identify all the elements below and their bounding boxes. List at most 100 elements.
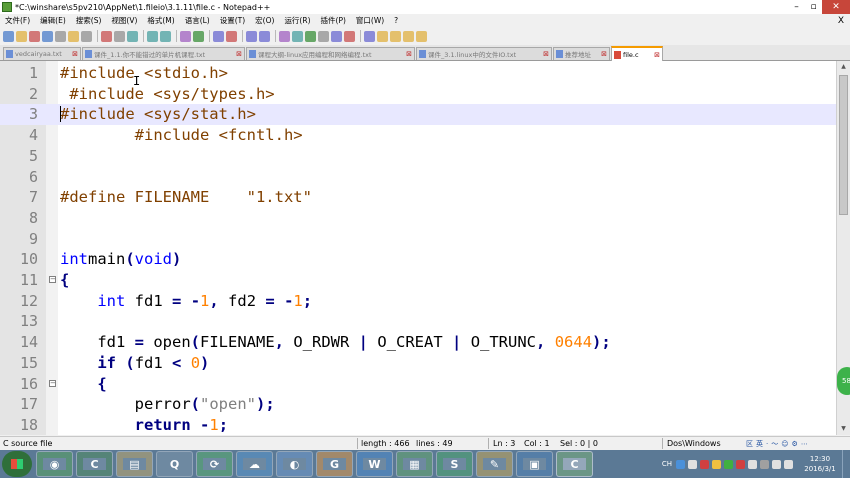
tray-icon[interactable] bbox=[736, 459, 745, 469]
tab-close-icon[interactable]: ⊠ bbox=[406, 50, 412, 58]
sheets-app[interactable]: S bbox=[436, 451, 473, 477]
tab[interactable]: file.c ⊠ bbox=[611, 46, 663, 61]
chart-app[interactable]: ▦ bbox=[396, 451, 433, 477]
fold-toggle-icon[interactable]: − bbox=[49, 276, 56, 283]
scroll-thumb[interactable] bbox=[839, 75, 848, 215]
indent-guide-icon[interactable] bbox=[305, 30, 316, 42]
folder-icon[interactable] bbox=[344, 30, 355, 42]
ime-button[interactable]: 区 bbox=[746, 439, 753, 449]
save-macro-icon[interactable] bbox=[416, 30, 427, 42]
refresh-app[interactable]: ⟳ bbox=[196, 451, 233, 477]
menu-item[interactable]: 编辑(E) bbox=[35, 15, 71, 26]
tray-icon[interactable] bbox=[700, 459, 709, 469]
cloud-app[interactable]: ☁ bbox=[236, 451, 273, 477]
menu-item[interactable]: 格式(M) bbox=[142, 15, 179, 26]
menu-item[interactable]: 搜索(S) bbox=[71, 15, 107, 26]
tray-icon[interactable] bbox=[724, 459, 733, 469]
code-line[interactable]: 18 return -1; bbox=[0, 415, 836, 435]
pdf-app[interactable]: G bbox=[316, 451, 353, 477]
code-line[interactable]: 9 bbox=[0, 229, 836, 250]
word-app[interactable]: W bbox=[356, 451, 393, 477]
menu-item[interactable]: ? bbox=[389, 16, 403, 25]
tab[interactable]: 推荐地址 ⊠ bbox=[553, 47, 610, 60]
new-file-icon[interactable] bbox=[3, 30, 14, 42]
show-desktop-button[interactable] bbox=[842, 450, 850, 478]
code-line[interactable]: 3 #include <sys/stat.h> bbox=[0, 104, 836, 126]
tools-app[interactable]: ✎ bbox=[476, 451, 513, 477]
language-indicator[interactable]: CH bbox=[662, 460, 672, 468]
tray-icon[interactable] bbox=[676, 459, 685, 469]
menu-item[interactable]: 文件(F) bbox=[0, 15, 35, 26]
tray-icon[interactable] bbox=[784, 459, 793, 469]
code-line[interactable]: 13 bbox=[0, 311, 836, 332]
ime-button[interactable]: · bbox=[766, 440, 768, 448]
code-line[interactable]: 7 #define FILENAME "1.txt" bbox=[0, 187, 836, 208]
menu-item[interactable]: 窗口(W) bbox=[351, 15, 389, 26]
close-window-button[interactable]: ✕ bbox=[822, 0, 850, 14]
copy-icon[interactable] bbox=[114, 30, 125, 42]
ime-button[interactable]: ⚙ bbox=[792, 440, 798, 448]
code-line[interactable]: 4 #include <fcntl.h> bbox=[0, 125, 836, 146]
sync-h-icon[interactable] bbox=[259, 30, 270, 42]
tab-close-icon[interactable]: ⊠ bbox=[601, 50, 607, 58]
open-file-icon[interactable] bbox=[16, 30, 27, 42]
menu-item[interactable]: 宏(O) bbox=[250, 15, 279, 26]
save-icon[interactable] bbox=[29, 30, 40, 42]
paste-icon[interactable] bbox=[127, 30, 138, 42]
tray-icon[interactable] bbox=[760, 459, 769, 469]
tray-icon[interactable] bbox=[748, 459, 757, 469]
explorer-app[interactable]: ▤ bbox=[116, 451, 153, 477]
ime-button[interactable]: 英 bbox=[756, 439, 763, 449]
function-list-icon[interactable] bbox=[331, 30, 342, 42]
code-line[interactable]: 17 perror("open"); bbox=[0, 394, 836, 415]
save-all-icon[interactable] bbox=[42, 30, 53, 42]
minimize-button[interactable]: – bbox=[788, 0, 805, 14]
replace-icon[interactable] bbox=[193, 30, 204, 42]
code-line[interactable]: 2 #include <sys/types.h> bbox=[0, 84, 836, 105]
virtualbox-app[interactable]: ▣ bbox=[516, 451, 553, 477]
tray-icon[interactable] bbox=[688, 459, 697, 469]
chrome-app[interactable]: ◉ bbox=[36, 451, 73, 477]
tab-close-icon[interactable]: ⊠ bbox=[236, 50, 242, 58]
print-icon[interactable] bbox=[81, 30, 92, 42]
ime-toolbar[interactable]: 区英 · 〜 ☺ ⚙ ⋯ bbox=[746, 438, 811, 449]
fold-toggle-icon[interactable]: − bbox=[49, 379, 56, 387]
word-wrap-icon[interactable] bbox=[279, 30, 290, 42]
maximize-button[interactable]: ▫ bbox=[805, 0, 822, 14]
zoom-out-icon[interactable] bbox=[226, 30, 237, 42]
cut-icon[interactable] bbox=[101, 30, 112, 42]
tab[interactable]: 课件_3.1.linux中的文件IO.txt ⊠ bbox=[416, 47, 552, 60]
start-button[interactable] bbox=[2, 451, 32, 477]
tray-icon[interactable] bbox=[712, 459, 721, 469]
doc-map-icon[interactable] bbox=[318, 30, 329, 42]
undo-icon[interactable] bbox=[147, 30, 158, 42]
code-line[interactable]: 16 − { bbox=[0, 374, 836, 395]
code-line[interactable]: 10 intmain(void) bbox=[0, 249, 836, 270]
menu-item[interactable]: 运行(R) bbox=[279, 15, 315, 26]
code-line[interactable]: 8 bbox=[0, 208, 836, 229]
close-all-icon[interactable] bbox=[68, 30, 79, 42]
run-macro-multiple-icon[interactable] bbox=[403, 30, 414, 42]
clock[interactable]: 12:30 2016/3/1 bbox=[798, 454, 842, 474]
ime-button[interactable]: 〜 bbox=[771, 439, 778, 449]
tab-close-icon[interactable]: ⊠ bbox=[72, 50, 78, 58]
ime-button[interactable]: ☺ bbox=[781, 440, 788, 448]
code-line[interactable]: 1 #include <stdio.h> bbox=[0, 63, 836, 84]
tab-close-icon[interactable]: ⊠ bbox=[543, 50, 549, 58]
code-editor[interactable]: 1 #include <stdio.h> 2 #include <sys/types… bbox=[0, 61, 836, 435]
notepadpp-active-app[interactable]: C bbox=[556, 451, 593, 477]
qq-app[interactable]: Q bbox=[156, 451, 193, 477]
code-line[interactable]: 15 if (fd1 < 0) bbox=[0, 353, 836, 374]
show-all-icon[interactable] bbox=[292, 30, 303, 42]
floating-assistant-badge[interactable]: 58 bbox=[837, 367, 850, 395]
scroll-up-icon[interactable]: ▲ bbox=[837, 61, 850, 73]
tray-icon[interactable] bbox=[772, 459, 781, 469]
menu-item[interactable]: 视图(V) bbox=[106, 15, 142, 26]
tab[interactable]: 课件_1.1.你不能错过的单片机课程.txt ⊠ bbox=[82, 47, 245, 60]
notepadpp-app[interactable]: C bbox=[76, 451, 113, 477]
tab[interactable]: vedcairyaa.txt ⊠ bbox=[3, 47, 81, 60]
code-line[interactable]: 5 bbox=[0, 146, 836, 167]
browser-app[interactable]: ◐ bbox=[276, 451, 313, 477]
code-line[interactable]: 11 −{ bbox=[0, 270, 836, 291]
play-macro-icon[interactable] bbox=[390, 30, 401, 42]
